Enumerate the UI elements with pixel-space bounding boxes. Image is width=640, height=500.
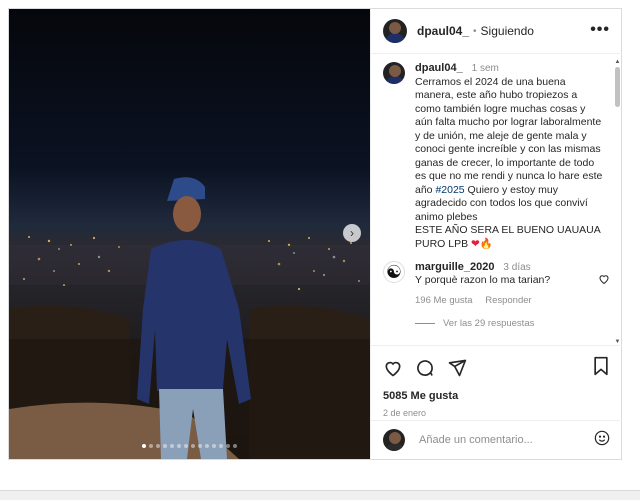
fire-emoji: 🔥 [479, 237, 493, 250]
carousel-dot [191, 444, 195, 448]
view-replies-label: Ver las 29 respuestas [443, 318, 535, 329]
carousel-dot [233, 444, 237, 448]
carousel-indicator [9, 444, 370, 448]
post-date[interactable]: 2 de enero [383, 408, 610, 418]
likes-count[interactable]: 5085 Me gusta [383, 390, 610, 402]
comments-scrollbar[interactable]: ▲ ▼ [614, 59, 621, 345]
post-header: dpaul04_ • Siguiendo ••• [371, 9, 622, 54]
comment: ☯ marguille_2020 3 días Y porquè razon l… [371, 251, 622, 287]
caption-time[interactable]: 1 sem [472, 63, 499, 74]
separator-dot: • [473, 25, 477, 37]
carousel-dot [156, 444, 160, 448]
caption-username[interactable]: dpaul04_ [415, 62, 463, 74]
heart-emoji: ❤ [471, 237, 480, 250]
post-dialog: › dpaul04_ • Siguiendo ••• dpaul04_ 1 se… [8, 8, 622, 460]
current-user-avatar [383, 429, 405, 451]
caption-text-3: ESTE AÑO SERA EL BUENO UAUAUA PURO LPB [415, 224, 601, 250]
add-comment-bar [371, 420, 622, 459]
comment-bubble-icon[interactable] [415, 358, 435, 378]
carousel-dot [184, 444, 188, 448]
carousel-dot [149, 444, 153, 448]
night-city-photo [9, 9, 370, 459]
caption-avatar[interactable] [383, 62, 405, 84]
carousel-dot [170, 444, 174, 448]
more-options-icon[interactable]: ••• [590, 21, 610, 39]
comment-like-icon[interactable] [598, 273, 610, 288]
like-heart-icon[interactable] [383, 358, 403, 378]
hashtag-link[interactable]: #2025 [435, 184, 464, 196]
scrollbar-thumb[interactable] [615, 67, 620, 107]
comment-text: Y porquè razon lo ma tarian? [415, 274, 551, 286]
post-image[interactable]: › [9, 9, 370, 459]
post-sidebar: dpaul04_ • Siguiendo ••• dpaul04_ 1 sem … [370, 9, 622, 459]
carousel-dot [177, 444, 181, 448]
carousel-dot [205, 444, 209, 448]
carousel-dot [198, 444, 202, 448]
caption-text: Cerramos el 2024 de una buena manera, es… [415, 75, 603, 196]
carousel-next-button[interactable]: › [343, 224, 361, 242]
replies-line [415, 323, 435, 324]
view-replies-button[interactable]: Ver las 29 respuestas [415, 318, 622, 329]
save-bookmark-icon[interactable] [592, 356, 610, 381]
carousel-dot [142, 444, 146, 448]
share-send-icon[interactable] [447, 358, 467, 378]
carousel-dot [163, 444, 167, 448]
scroll-up-arrow-icon[interactable]: ▲ [614, 59, 621, 65]
carousel-dot [219, 444, 223, 448]
comment-likes[interactable]: 196 Me gusta [415, 295, 473, 306]
chevron-right-icon: › [350, 226, 354, 240]
reply-button[interactable]: Responder [485, 295, 531, 306]
carousel-dot [226, 444, 230, 448]
emoji-smile-icon[interactable] [594, 430, 610, 451]
add-comment-input[interactable] [417, 433, 594, 447]
caption: dpaul04_ 1 sem Cerramos el 2024 de una b… [371, 54, 622, 251]
following-button[interactable]: Siguiendo [481, 24, 534, 38]
avatar[interactable] [383, 19, 407, 43]
comment-avatar[interactable]: ☯ [383, 261, 405, 283]
comment-username[interactable]: marguille_2020 [415, 261, 495, 273]
comments-section[interactable]: dpaul04_ 1 sem Cerramos el 2024 de una b… [371, 54, 622, 344]
post-actions: 5085 Me gusta 2 de enero [371, 345, 622, 418]
username-link[interactable]: dpaul04_ [417, 24, 469, 38]
comment-meta: 196 Me gusta Responder [415, 295, 622, 306]
carousel-dot [212, 444, 216, 448]
comment-time: 3 días [503, 262, 531, 273]
